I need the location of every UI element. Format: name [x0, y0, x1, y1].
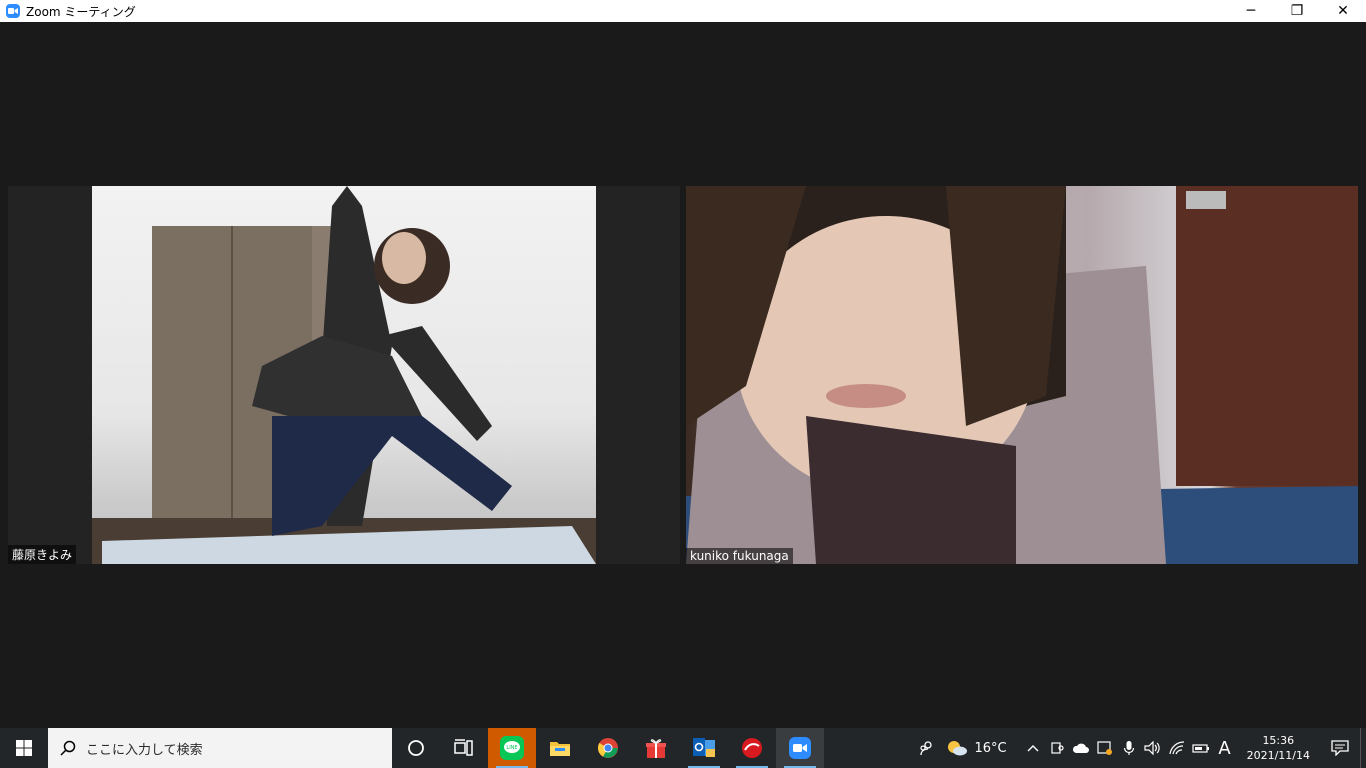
start-button[interactable]: [0, 728, 48, 768]
trend-micro-icon: [742, 738, 762, 758]
search-icon: [60, 740, 76, 756]
zoom-app-icon: [789, 737, 811, 759]
task-view-button[interactable]: [440, 728, 488, 768]
clock-date: 2021/11/14: [1246, 749, 1310, 762]
device-icon: [1050, 742, 1064, 754]
taskbar-app-chrome[interactable]: [584, 728, 632, 768]
weather-widget[interactable]: 16°C: [946, 739, 1007, 757]
system-tray: 16°C A 15:36 2021/11/14: [906, 728, 1366, 768]
microphone-icon: [1123, 741, 1134, 755]
security-button[interactable]: [1093, 728, 1117, 768]
cortana-circle-icon: [408, 740, 424, 756]
task-view-icon: [454, 739, 473, 756]
volume-button[interactable]: [1141, 728, 1165, 768]
chrome-icon: [597, 738, 618, 758]
people-button[interactable]: [906, 728, 946, 768]
minimize-button[interactable]: ─: [1228, 0, 1274, 22]
show-hidden-icons-button[interactable]: [1021, 728, 1045, 768]
battery-icon: [1191, 744, 1209, 753]
cloud-icon: [1072, 743, 1089, 753]
taskbar-app-gift[interactable]: [632, 728, 680, 768]
ime-mode-indicator[interactable]: A: [1213, 728, 1237, 768]
taskbar-app-trend-micro[interactable]: [728, 728, 776, 768]
folder-icon: [550, 742, 570, 756]
weather-temperature: 16°C: [974, 740, 1007, 756]
taskbar-app-file-explorer[interactable]: [536, 728, 584, 768]
notification-icon: [1331, 740, 1349, 756]
wifi-icon: [1168, 741, 1184, 755]
security-alert-icon: [1096, 741, 1112, 755]
battery-button[interactable]: [1189, 728, 1213, 768]
people-icon: [920, 741, 933, 756]
action-center-button[interactable]: [1320, 728, 1360, 768]
taskbar-app-zoom[interactable]: [776, 728, 824, 768]
gift-icon: [646, 739, 666, 758]
outlook-icon: [693, 738, 715, 757]
chevron-up-icon: [1027, 745, 1039, 752]
participant-tile[interactable]: 藤原きよみ: [8, 186, 680, 564]
partly-cloudy-icon: [948, 741, 968, 756]
zoom-app-icon: [6, 4, 20, 18]
clock-time: 15:36: [1262, 734, 1295, 747]
taskbar-app-line[interactable]: LINE: [488, 728, 536, 768]
windows-logo-icon: [16, 740, 32, 756]
onedrive-button[interactable]: [1069, 728, 1093, 768]
microphone-button[interactable]: [1117, 728, 1141, 768]
tray-app-button[interactable]: [1045, 728, 1069, 768]
close-button[interactable]: ✕: [1320, 0, 1366, 22]
svg-text:LINE: LINE: [506, 745, 517, 751]
windows-taskbar: ここに入力して検索 LINE 16°C A 15:36 2021/11/14: [0, 728, 1366, 768]
network-button[interactable]: [1165, 728, 1189, 768]
meeting-gallery: 藤原きよみ kuniko fukunaga: [0, 22, 1366, 728]
taskbar-search-box[interactable]: ここに入力して検索: [48, 728, 392, 768]
participant-name: kuniko fukunaga: [686, 548, 793, 564]
participant-tile[interactable]: kuniko fukunaga: [686, 186, 1358, 564]
show-desktop-button[interactable]: [1360, 728, 1366, 768]
participant-video: [686, 186, 1358, 564]
line-app-icon: LINE: [500, 736, 524, 760]
search-placeholder: ここに入力して検索: [86, 742, 203, 758]
taskbar-app-outlook[interactable]: [680, 728, 728, 768]
participant-video: [92, 186, 596, 564]
taskbar-clock[interactable]: 15:36 2021/11/14: [1247, 733, 1310, 763]
cortana-button[interactable]: [392, 728, 440, 768]
window-title: Zoom ミーティング: [26, 4, 136, 19]
participant-name: 藤原きよみ: [8, 545, 77, 564]
window-title-bar: Zoom ミーティング ─ ❐ ✕: [0, 0, 1366, 22]
speaker-icon: [1143, 741, 1160, 755]
restore-button[interactable]: ❐: [1274, 0, 1320, 22]
